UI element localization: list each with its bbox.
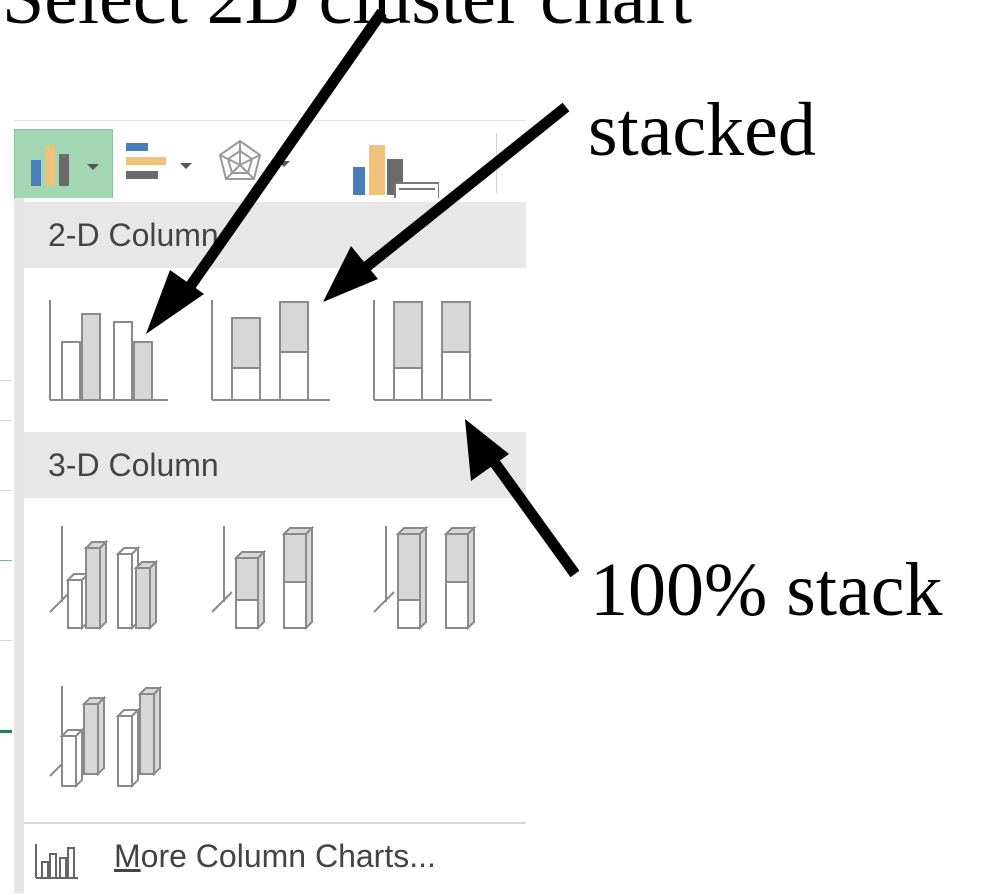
- column-chart-dropdown: 2-D Column 3-D Column More Column Charts…: [14, 198, 526, 893]
- 3d-100-percent-stacked-column-icon: [373, 525, 477, 631]
- stacked-column-option[interactable]: [210, 290, 334, 402]
- ribbon-separator: [496, 133, 497, 193]
- annotation-percent-stack: 100% stack: [590, 548, 943, 632]
- combo-chart-icon: [353, 145, 440, 200]
- annotation-title: Select 2D cluster chart: [2, 0, 692, 36]
- radar-chart-icon: [218, 139, 290, 180]
- column-chart-icon: [31, 146, 99, 186]
- 3d-stacked-column-option[interactable]: [210, 520, 334, 632]
- more-column-charts-label: More Column Charts...: [114, 838, 436, 874]
- 3d-clustered-column-icon: [49, 526, 159, 631]
- 100-percent-stacked-column-icon: [373, 300, 492, 401]
- 3d-clustered-column-option[interactable]: [48, 520, 172, 632]
- 3d-column-icon: [49, 685, 163, 789]
- 100-percent-stacked-column-option[interactable]: [372, 290, 496, 402]
- gridline: [0, 420, 12, 421]
- clustered-column-option[interactable]: [48, 290, 172, 402]
- gridline: [0, 380, 12, 381]
- 3d-100-percent-stacked-column-option[interactable]: [372, 520, 496, 632]
- section-header-2d-column: 2-D Column: [24, 202, 526, 268]
- gridline: [0, 640, 12, 641]
- insert-radar-chart-button[interactable]: [214, 135, 304, 195]
- insert-column-chart-button[interactable]: [14, 129, 113, 199]
- insert-bar-chart-button[interactable]: [122, 137, 202, 193]
- gridline: [0, 490, 12, 491]
- section-header-3d-column: 3-D Column: [24, 432, 526, 498]
- more-charts-icon: [35, 844, 78, 879]
- 3d-column-option[interactable]: [48, 680, 172, 792]
- bar-chart-icon: [126, 143, 192, 179]
- ribbon-charts-group: [14, 120, 526, 200]
- annotation-stacked: stacked: [588, 88, 816, 172]
- stacked-column-icon: [211, 300, 330, 401]
- gridline: [0, 730, 12, 733]
- clustered-column-icon: [49, 300, 168, 401]
- more-column-charts-link[interactable]: More Column Charts...: [24, 822, 526, 895]
- gridline: [0, 560, 12, 561]
- 3d-stacked-column-icon: [211, 525, 315, 631]
- recommended-combo-chart-button[interactable]: [349, 137, 440, 200]
- worksheet-edge: [0, 120, 14, 893]
